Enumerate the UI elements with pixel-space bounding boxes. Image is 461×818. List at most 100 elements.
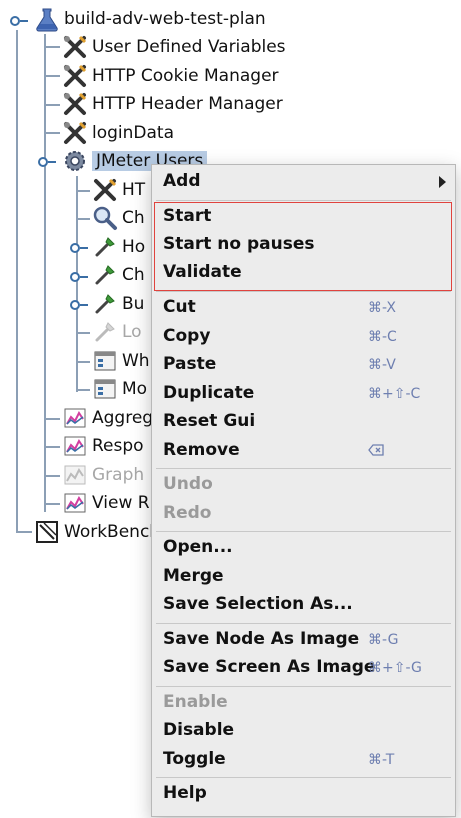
menu-item-cut[interactable]: Cut ⌘-X	[152, 294, 455, 322]
menu-item-label: Help	[163, 783, 207, 803]
menu-item-remove[interactable]: Remove	[152, 437, 455, 465]
menu-item-save-screen-as-image[interactable]: Save Screen As Image ⌘+⇧-G	[152, 654, 455, 682]
tree-node-label: Wh	[122, 351, 150, 371]
menu-item-merge[interactable]: Merge	[152, 563, 455, 591]
shortcut-label: ⌘-G	[368, 632, 399, 648]
menu-item-paste[interactable]: Paste ⌘-V	[152, 351, 455, 379]
menu-separator	[156, 531, 451, 532]
menu-item-label: Duplicate	[163, 383, 255, 403]
tree-line	[44, 75, 60, 77]
tree-node-http-header-manager[interactable]: HTTP Header Manager	[62, 90, 283, 118]
tree-line	[44, 503, 60, 505]
tree-node-label: HTTP Header Manager	[92, 94, 283, 114]
tree-node-login-data[interactable]: loginData	[62, 119, 174, 147]
menu-item-enable[interactable]: Enable	[152, 689, 455, 717]
tree-line	[76, 332, 90, 334]
shortcut-label: ⌘-V	[368, 357, 396, 373]
tree-node-ch[interactable]: Ch	[92, 261, 145, 289]
graph-icon	[62, 433, 88, 459]
menu-item-label: Undo	[163, 474, 213, 494]
menu-item-validate[interactable]: Validate	[152, 259, 455, 287]
tree-node-label: Ch	[122, 208, 145, 228]
menu-item-label: Start	[163, 206, 212, 226]
wrench-icon	[92, 177, 118, 203]
tree-node-user-defined-variables[interactable]: User Defined Variables	[62, 33, 286, 61]
tree-node-label: View R	[92, 493, 150, 513]
menu-item-redo[interactable]: Redo	[152, 500, 455, 528]
shortcut-label: ⌘+⇧-C	[368, 386, 421, 402]
tree-node-http-cookie-manager[interactable]: HTTP Cookie Manager	[62, 62, 279, 90]
tree-node-lo[interactable]: Lo	[92, 318, 142, 346]
menu-item-add[interactable]: Add	[152, 168, 455, 196]
menu-item-label: Save Node As Image	[163, 629, 360, 649]
tree-node-http-request[interactable]: HT	[92, 176, 145, 204]
tree-node-label: Graph	[92, 465, 145, 485]
tree-node-root[interactable]: build-adv-web-test-plan	[34, 5, 266, 33]
wrench-icon	[62, 120, 88, 146]
menu-item-open[interactable]: Open...	[152, 534, 455, 562]
controller-icon	[92, 376, 118, 402]
tree-node-label: build-adv-web-test-plan	[64, 9, 266, 29]
menu-item-disable[interactable]: Disable	[152, 717, 455, 745]
tree-node-aggregate[interactable]: Aggreg	[62, 404, 153, 432]
expand-handle-ch[interactable]	[70, 270, 88, 282]
menu-item-save-node-as-image[interactable]: Save Node As Image ⌘-G	[152, 626, 455, 654]
menu-item-toggle[interactable]: Toggle ⌘-T	[152, 746, 455, 774]
controller-icon	[92, 348, 118, 374]
menu-separator	[156, 623, 451, 624]
tree-node-label: Lo	[122, 322, 142, 342]
magnifier-icon	[92, 205, 118, 231]
menu-item-label: Add	[163, 171, 201, 191]
tree-node-label: HT	[122, 180, 146, 200]
menu-item-copy[interactable]: Copy ⌘-C	[152, 323, 455, 351]
tree-line	[76, 389, 90, 391]
tree-node-mo[interactable]: Mo	[92, 375, 147, 403]
menu-item-reset-gui[interactable]: Reset Gui	[152, 408, 455, 436]
tree-node-workbench[interactable]: WorkBench	[34, 518, 160, 546]
menu-item-label: Paste	[163, 354, 217, 374]
menu-item-label: Redo	[163, 503, 212, 523]
workbench-icon	[34, 519, 60, 545]
menu-item-undo[interactable]: Undo	[152, 471, 455, 499]
tree-node-ho[interactable]: Ho	[92, 233, 145, 261]
expand-handle-ho[interactable]	[70, 241, 88, 253]
graph-icon	[62, 405, 88, 431]
menu-item-help[interactable]: Help	[152, 780, 455, 808]
menu-item-start[interactable]: Start	[152, 203, 455, 231]
menu-item-label: Remove	[163, 440, 240, 460]
menu-item-label: Disable	[163, 720, 235, 740]
tree-node-label: User Defined Variables	[92, 37, 286, 57]
chevron-right-icon	[439, 176, 446, 188]
tree-node-view-results[interactable]: View R	[62, 489, 150, 517]
menu-separator	[156, 291, 451, 292]
expand-handle-root[interactable]	[10, 14, 28, 26]
menu-item-label: Open...	[163, 537, 233, 557]
menu-item-duplicate[interactable]: Duplicate ⌘+⇧-C	[152, 380, 455, 408]
menu-item-label: Merge	[163, 566, 224, 586]
tree-node-label: Bu	[122, 294, 145, 314]
tree-node-wh[interactable]: Wh	[92, 347, 150, 375]
menu-item-save-selection-as[interactable]: Save Selection As...	[152, 591, 455, 619]
menu-separator	[156, 200, 451, 201]
expand-handle-thread-group[interactable]	[38, 155, 56, 167]
menu-separator	[156, 777, 451, 778]
menu-item-start-no-pauses[interactable]: Start no pauses	[152, 231, 455, 259]
dropper-icon	[92, 234, 118, 260]
menu-item-label: Start no pauses	[163, 234, 315, 254]
wrench-icon	[62, 91, 88, 117]
menu-separator	[156, 468, 451, 469]
context-menu: Add Start Start no pauses Validate Cut ⌘…	[151, 164, 456, 817]
shortcut-label: ⌘-T	[368, 752, 395, 768]
wrench-icon	[62, 63, 88, 89]
menu-item-label: Validate	[163, 262, 242, 282]
menu-item-label: Cut	[163, 297, 196, 317]
tree-node-check[interactable]: Ch	[92, 204, 145, 232]
tree-line	[16, 30, 18, 532]
menu-separator	[156, 686, 451, 687]
tree-node-bu[interactable]: Bu	[92, 290, 144, 318]
tree-line	[44, 446, 60, 448]
expand-handle-bu[interactable]	[70, 298, 88, 310]
tree-node-graph[interactable]: Graph	[62, 461, 144, 489]
tree-node-response[interactable]: Respo	[62, 432, 144, 460]
tree-line	[44, 418, 60, 420]
